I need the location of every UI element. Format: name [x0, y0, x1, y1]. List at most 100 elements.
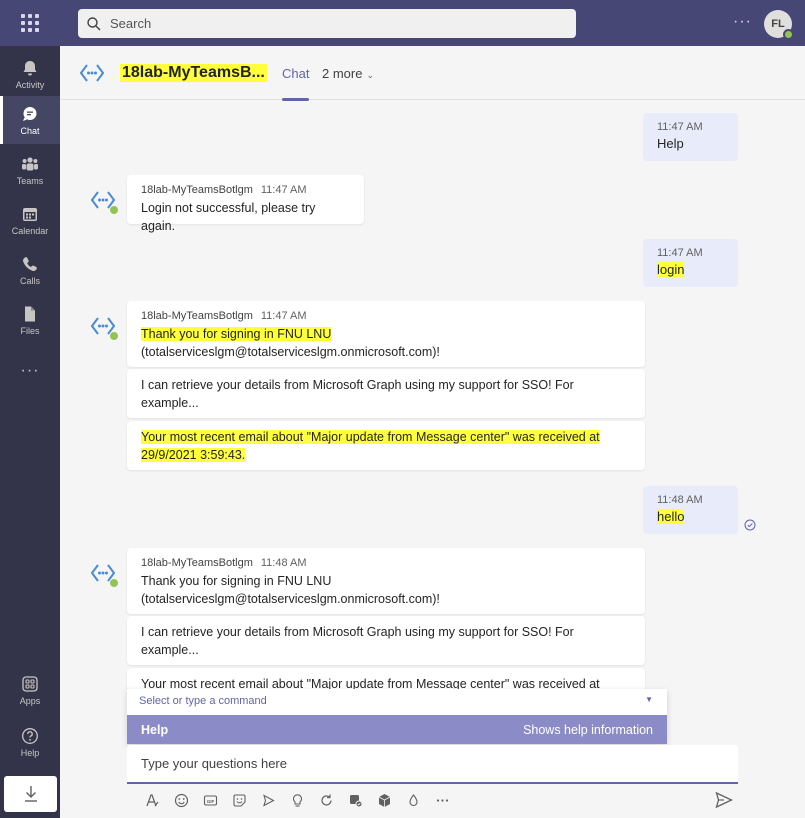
bot-message-card[interactable]: Your most recent email about "Major upda…	[127, 421, 645, 470]
search-icon	[87, 16, 101, 30]
command-suggestion-help[interactable]: Help Shows help information	[127, 715, 667, 744]
bot-message-card[interactable]: I can retrieve your details from Microso…	[127, 369, 645, 418]
settings-more-button[interactable]: ···	[733, 13, 752, 31]
bot-message[interactable]: 18lab-MyTeamsBotlgm 11:48 AM Thank you fo…	[127, 548, 645, 614]
rail-label: Apps	[19, 695, 41, 706]
compose-box[interactable]	[127, 745, 738, 784]
download-app-button[interactable]	[4, 776, 57, 812]
message-text: Login not successful, please try again.	[141, 201, 316, 233]
more-apps-button[interactable]: ···	[0, 362, 60, 380]
rail-label: Calendar	[11, 225, 49, 236]
presence-available-icon	[109, 205, 119, 215]
approvals-button[interactable]	[341, 790, 370, 810]
bot-icon	[80, 64, 104, 82]
rail-item-apps[interactable]: Apps	[0, 666, 60, 714]
avatar[interactable]: FL	[764, 10, 794, 40]
search-box[interactable]	[78, 9, 576, 38]
approvals-icon	[350, 794, 363, 807]
bot-avatar[interactable]	[90, 562, 119, 590]
rail-label: Chat	[20, 125, 40, 136]
sticker-button[interactable]	[225, 790, 254, 810]
rail-label: Calls	[19, 275, 40, 286]
send-arrow-icon	[263, 793, 275, 807]
rail-item-calls[interactable]: Calls	[0, 246, 60, 294]
chevron-down-icon: ⌄	[366, 70, 375, 80]
my-message[interactable]: 11:47 AM login	[643, 239, 738, 287]
help-icon	[22, 727, 38, 744]
chat-header: 18lab-MyTeamsB... Chat 2 more ⌄	[60, 46, 805, 101]
apps-icon	[22, 675, 38, 692]
bot-message-card[interactable]: Your most recent email about "Major upda…	[127, 668, 645, 690]
tab-more-dropdown[interactable]: 2 more ⌄	[322, 66, 374, 81]
command-input[interactable]	[139, 695, 629, 707]
message-text: I can retrieve your details from Microso…	[141, 625, 574, 657]
rail-item-calendar[interactable]: Calendar	[0, 196, 60, 244]
message-line: Thank you for signing in FNU LNU	[141, 574, 332, 588]
gif-button[interactable]: GIF	[196, 790, 225, 810]
rail-item-chat[interactable]: Chat	[0, 96, 60, 144]
bot-avatar[interactable]	[90, 189, 119, 217]
sender-name: 18lab-MyTeamsBotlgm	[141, 557, 253, 569]
message-text: hello	[657, 509, 685, 524]
my-message[interactable]: 11:48 AM hello	[643, 486, 738, 534]
ellipsis-icon	[436, 798, 449, 802]
file-icon	[25, 306, 35, 321]
loop-icon	[321, 794, 332, 806]
bot-avatar[interactable]	[90, 315, 119, 343]
message-text: Help	[657, 136, 684, 151]
message-meta: 18lab-MyTeamsBotlgm 11:47 AM	[141, 184, 350, 196]
sender-name: 18lab-MyTeamsBotlgm	[141, 184, 253, 196]
my-message[interactable]: 11:47 AM Help	[643, 113, 738, 161]
message-text: I can retrieve your details from Microso…	[141, 378, 574, 410]
message-meta: 18lab-MyTeamsBotlgm 11:48 AM	[141, 557, 631, 569]
updates-button[interactable]	[399, 790, 428, 810]
loop-button[interactable]	[312, 790, 341, 810]
message-timestamp: 11:48 AM	[260, 557, 307, 569]
lightbulb-icon	[292, 793, 303, 807]
bot-message-card[interactable]: I can retrieve your details from Microso…	[127, 616, 645, 665]
message-timestamp: 11:47 AM	[657, 121, 703, 133]
app-launcher-icon[interactable]	[20, 13, 40, 33]
message-text: Thank you for signing in FNU LNU (totalse…	[141, 325, 631, 361]
tab-chat[interactable]: Chat	[282, 66, 310, 101]
message-timestamp: 11:47 AM	[260, 184, 307, 196]
format-button[interactable]	[138, 790, 167, 810]
bell-icon	[23, 60, 37, 75]
meet-now-button[interactable]	[254, 790, 283, 810]
praise-button[interactable]	[283, 790, 312, 810]
rail-item-help[interactable]: Help	[0, 718, 60, 766]
calendar-icon	[23, 207, 37, 221]
chat-title: 18lab-MyTeamsB...	[120, 64, 267, 82]
emoji-button[interactable]	[167, 790, 196, 810]
search-input[interactable]	[110, 16, 530, 31]
more-options-button[interactable]	[428, 790, 457, 810]
presence-available-icon	[783, 29, 794, 40]
message-input[interactable]	[141, 756, 721, 771]
send-icon[interactable]	[714, 790, 734, 810]
drop-icon	[409, 793, 418, 806]
rail-item-files[interactable]: Files	[0, 296, 60, 344]
presence-available-icon	[109, 331, 119, 341]
compose-toolbar: GIF	[138, 790, 457, 810]
rail-label: Activity	[15, 79, 45, 90]
message-timestamp: 11:48 AM	[657, 494, 703, 506]
app-bar: Activity Chat Teams Calendar Calls Files…	[0, 46, 60, 818]
gif-icon: GIF	[203, 794, 218, 806]
app-button[interactable]	[370, 790, 399, 810]
caret-down-icon[interactable]: ▼	[645, 695, 653, 704]
command-name: Help	[141, 722, 169, 737]
message-text: Your most recent email about "Major upda…	[141, 428, 631, 464]
bot-message[interactable]: 18lab-MyTeamsBotlgm 11:47 AM Thank you fo…	[127, 301, 645, 367]
chat-icon	[23, 106, 37, 121]
rail-item-teams[interactable]: Teams	[0, 146, 60, 194]
message-line: Your most recent email about "Major upda…	[141, 430, 600, 462]
message-line: (totalserviceslgm@totalserviceslgm.onmic…	[141, 345, 440, 359]
app-extension-icon	[378, 793, 391, 807]
message-text: Thank you for signing in FNU LNU (totalse…	[141, 572, 631, 608]
rail-item-activity[interactable]: Activity	[0, 50, 60, 98]
message-text: login	[657, 262, 685, 277]
command-description: Shows help information	[523, 722, 653, 737]
tab-more-label: 2 more	[322, 66, 363, 81]
presence-available-icon	[109, 578, 119, 588]
bot-message[interactable]: 18lab-MyTeamsBotlgm 11:47 AM Login not su…	[127, 175, 364, 233]
